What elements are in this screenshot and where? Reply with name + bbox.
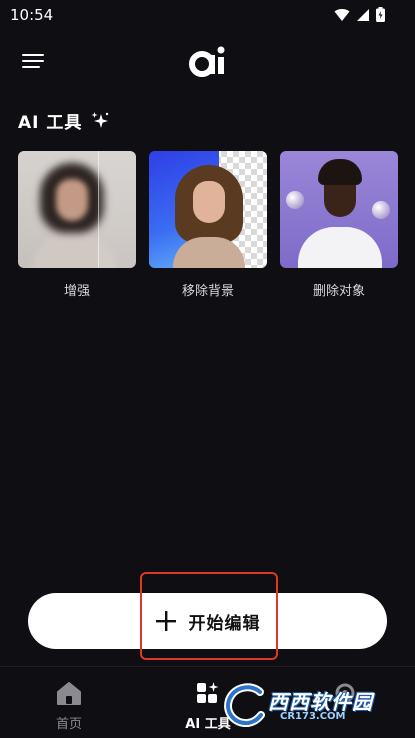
status-icons [334,7,385,22]
wifi-icon [334,8,350,21]
nav-item-home[interactable]: 首页 [24,681,114,732]
hamburger-menu-button[interactable] [20,50,46,72]
nav-label-home: 首页 [55,717,82,732]
watermark-logo: 西西软件园 CR173.COM [222,680,397,730]
tool-card-remove-background[interactable]: 移除背景 [149,151,267,299]
tool-label-remove-background: 移除背景 [181,284,234,299]
grid-sparkle-icon [197,682,219,703]
menu-line [22,54,44,56]
menu-line [22,60,44,62]
status-time: 10:54 [10,6,54,24]
home-icon [57,682,81,705]
watermark-c-icon [224,683,265,727]
section-title-text: AI 工具 [18,113,83,133]
status-bar: 10:54 [0,0,415,30]
menu-line [22,66,40,68]
app-logo [189,46,225,77]
remove-background-thumbnail [149,151,267,268]
enhance-thumbnail [18,151,136,268]
battery-icon [376,7,385,22]
tool-label-enhance: 增强 [63,284,90,299]
sparkle-icon [91,111,109,128]
watermark-url: CR173.COM [280,711,346,722]
tool-label-remove-object: 删除对象 [312,284,365,299]
plus-icon [155,611,176,631]
start-editing-label: 开始编辑 [188,613,261,634]
cellular-signal-icon [357,8,369,21]
tool-card-enhance[interactable]: 增强 [18,151,136,299]
start-editing-button[interactable]: 开始编辑 [28,593,387,649]
tool-card-remove-object[interactable]: 删除对象 [280,151,398,299]
remove-object-thumbnail [280,151,398,268]
section-title: AI 工具 [18,108,110,133]
